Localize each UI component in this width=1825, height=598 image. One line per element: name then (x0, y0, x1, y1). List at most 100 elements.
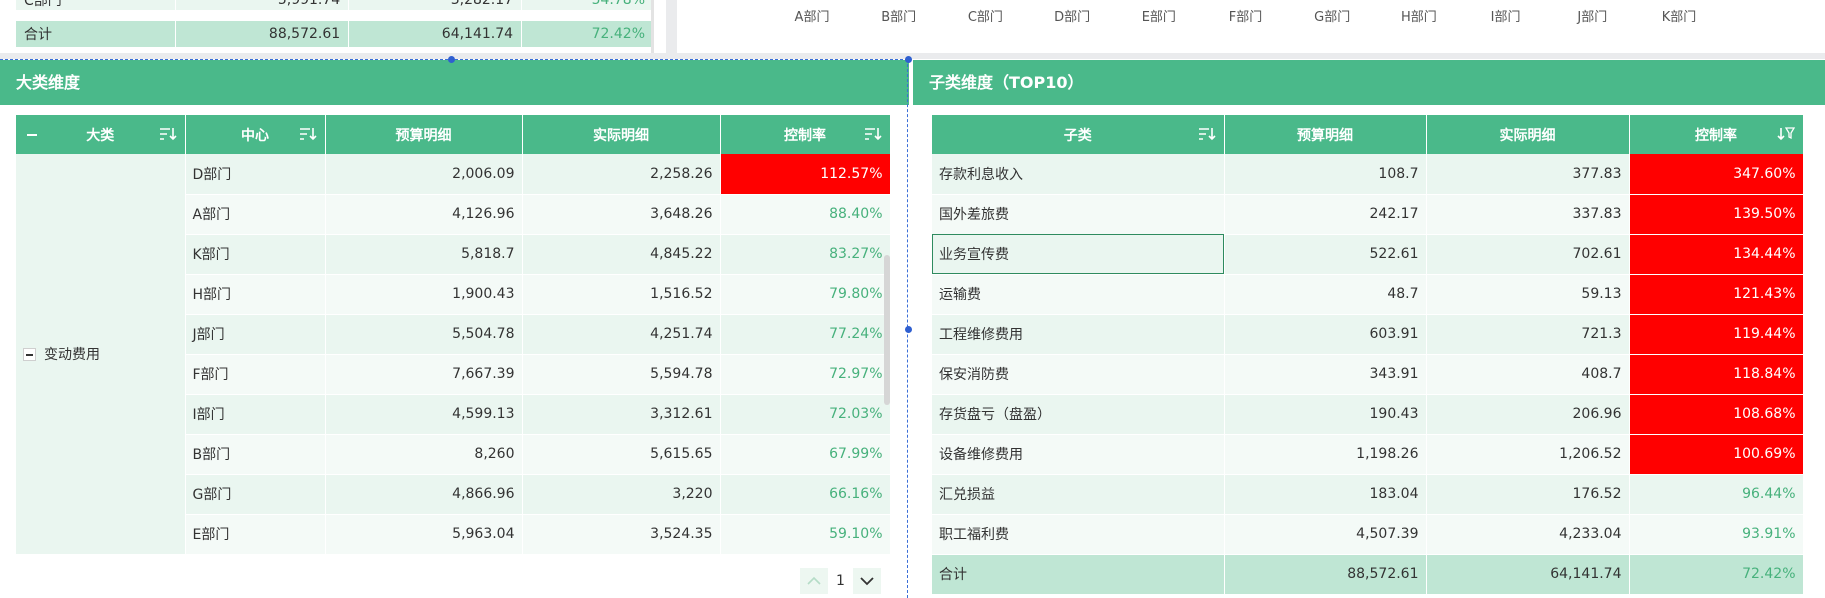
column-header[interactable]: 子类 (932, 115, 1225, 154)
actual-cell: 1,206.52 (1426, 434, 1630, 475)
row-label: C部门 (16, 0, 177, 11)
subcategory-cell[interactable]: 国外差旅费 (932, 194, 1225, 235)
chart-area: A部门 B部门 C部门 D部门 E部门 F部门 G部门 H部门 I部门 J部门 K部门 (677, 0, 1825, 53)
sort-icon[interactable] (864, 126, 882, 142)
actual-cell: 377.83 (1426, 154, 1630, 195)
column-header[interactable]: 预算明细 (1224, 115, 1427, 154)
center-cell: E部门 (185, 514, 326, 555)
subcategory-cell[interactable]: 设备维修费用 (932, 434, 1225, 475)
actual-cell: 64,141.74 (348, 20, 523, 48)
subcategory-cell[interactable]: 业务宣传费 (932, 234, 1225, 275)
table-row[interactable]: 业务宣传费 522.61 702.61 134.44% (932, 234, 1804, 275)
resize-handle[interactable] (905, 326, 912, 333)
chevron-down-icon (860, 577, 874, 586)
subcategory-table: 子类 预算明细 实际明细 控制率 存款利息收入 108.7 377.83 347.60… (932, 115, 1804, 595)
center-cell: H部门 (185, 274, 326, 315)
sort-icon[interactable] (1198, 126, 1216, 142)
x-axis-label: E部门 (1141, 10, 1176, 25)
page-number: 1 (836, 573, 845, 589)
scrollbar[interactable] (884, 255, 890, 405)
collapse-all-icon[interactable] (26, 129, 38, 141)
rate-cell: 72.42% (1629, 554, 1804, 595)
table-row[interactable]: 国外差旅费 242.17 337.83 139.50% (932, 194, 1804, 235)
budget-cell: 5,504.78 (325, 314, 523, 355)
table-header-row: 子类 预算明细 实际明细 控制率 (932, 115, 1804, 154)
collapse-icon[interactable] (23, 348, 36, 362)
budget-cell: 242.17 (1224, 194, 1427, 235)
x-axis: A部门 B部门 C部门 D部门 E部门 F部门 G部门 H部门 I部门 J部门 K部门 (677, 6, 1825, 25)
rate-cell: 54.78% (521, 0, 654, 11)
budget-cell: 4,866.96 (325, 474, 523, 515)
actual-cell: 702.61 (1426, 234, 1630, 275)
budget-cell: 1,198.26 (1224, 434, 1427, 475)
scrollbar[interactable] (651, 0, 654, 53)
x-axis-label: I部门 (1490, 10, 1521, 25)
table-row[interactable]: 存款利息收入 108.7 377.83 347.60% (932, 154, 1804, 195)
subcategory-cell[interactable]: 存货盘亏（盘盈） (932, 394, 1225, 435)
total-row: 合计 88,572.61 64,141.74 72.42% (932, 554, 1804, 595)
column-header[interactable]: 中心 (185, 115, 326, 154)
category-table: 大类 中心 预算明细 实际明细 控制率 变动费用 D部门 2,006.09 2,258… (16, 115, 891, 555)
chevron-up-icon (807, 576, 821, 585)
column-header-label: 控制率 (784, 127, 826, 144)
table-row[interactable]: 存货盘亏（盘盈） 190.43 206.96 108.68% (932, 394, 1804, 435)
subcategory-cell[interactable]: 运输费 (932, 274, 1225, 315)
actual-cell: 5,594.78 (522, 354, 721, 395)
x-axis-label: J部门 (1577, 10, 1608, 25)
actual-cell: 3,648.26 (522, 194, 721, 235)
budget-cell: 2,006.09 (325, 154, 523, 195)
rate-cell: 88.40% (720, 194, 891, 235)
group-cell[interactable]: 变动费用 (16, 154, 186, 555)
prev-page-button[interactable] (800, 568, 828, 594)
column-header[interactable]: 控制率 (720, 115, 891, 154)
x-axis-label: F部门 (1228, 10, 1263, 25)
subcategory-cell[interactable]: 保安消防费 (932, 354, 1225, 395)
table-row[interactable]: 变动费用 D部门 2,006.09 2,258.26 112.57% (16, 154, 891, 555)
table-row[interactable]: 设备维修费用 1,198.26 1,206.52 100.69% (932, 434, 1804, 475)
actual-cell: 59.13 (1426, 274, 1630, 315)
actual-cell: 337.83 (1426, 194, 1630, 235)
column-header-label: 中心 (241, 127, 269, 144)
table-row[interactable]: 工程维修费用 603.91 721.3 119.44% (932, 314, 1804, 355)
center-cell: F部门 (185, 354, 326, 395)
rate-cell: 347.60% (1629, 154, 1804, 195)
actual-cell: 3,524.35 (522, 514, 721, 555)
column-header[interactable]: 控制率 (1629, 115, 1804, 154)
column-header[interactable]: 实际明细 (1426, 115, 1630, 154)
actual-cell: 176.52 (1426, 474, 1630, 515)
subcategory-cell[interactable]: 汇兑损益 (932, 474, 1225, 515)
x-axis-label: K部门 (1661, 10, 1697, 25)
sort-icon[interactable] (159, 126, 177, 142)
subcategory-cell[interactable]: 职工福利费 (932, 514, 1225, 555)
rate-cell: 112.57% (720, 154, 891, 195)
table-row[interactable]: 运输费 48.7 59.13 121.43% (932, 274, 1804, 315)
center-cell: B部门 (185, 434, 326, 475)
sort-desc-filter-icon[interactable] (1776, 126, 1795, 142)
rate-cell: 83.27% (720, 234, 891, 275)
resize-handle[interactable] (448, 56, 455, 63)
rate-cell: 77.24% (720, 314, 891, 355)
budget-cell: 343.91 (1224, 354, 1427, 395)
subcategory-cell[interactable]: 工程维修费用 (932, 314, 1225, 355)
resize-handle[interactable] (905, 56, 912, 63)
subcategory-cell[interactable]: 存款利息收入 (932, 154, 1225, 195)
column-header[interactable]: 预算明细 (325, 115, 523, 154)
next-page-button[interactable] (852, 568, 881, 594)
total-label: 合计 (932, 554, 1225, 595)
column-header[interactable]: 实际明细 (522, 115, 721, 154)
table-row[interactable]: 保安消防费 343.91 408.7 118.84% (932, 354, 1804, 395)
budget-cell: 108.7 (1224, 154, 1427, 195)
table-row[interactable]: 汇兑损益 183.04 176.52 96.44% (932, 474, 1804, 515)
actual-cell: 721.3 (1426, 314, 1630, 355)
budget-cell: 88,572.61 (175, 20, 350, 48)
budget-cell: 88,572.61 (1224, 554, 1427, 595)
actual-cell: 2,258.26 (522, 154, 721, 195)
budget-cell: 5,963.04 (325, 514, 523, 555)
column-header[interactable]: 大类 (16, 115, 186, 154)
rate-cell: 67.99% (720, 434, 891, 475)
rate-cell: 72.42% (521, 20, 654, 48)
sort-icon[interactable] (299, 126, 317, 142)
table-row[interactable]: 职工福利费 4,507.39 4,233.04 93.91% (932, 514, 1804, 555)
budget-cell: 190.43 (1224, 394, 1427, 435)
rate-cell: 118.84% (1629, 354, 1804, 395)
